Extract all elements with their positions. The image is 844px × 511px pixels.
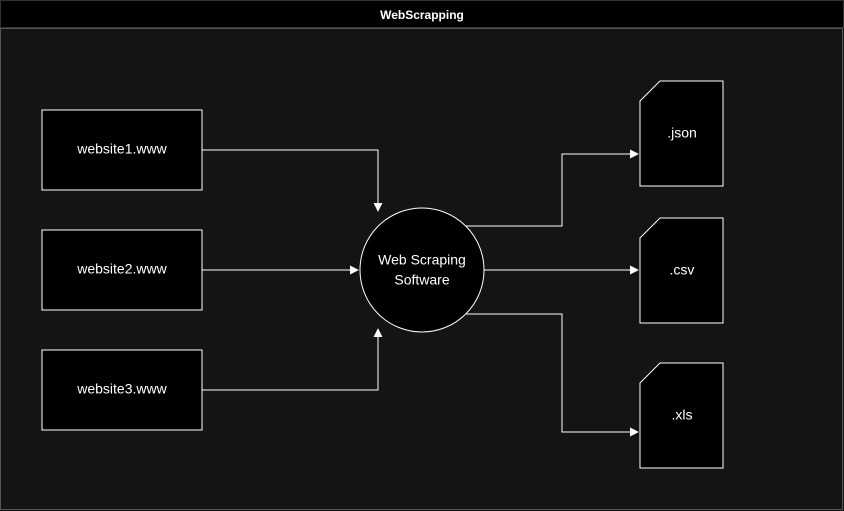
edge-center-to-json [466,154,638,226]
scraper-software: Web Scraping Software [360,208,484,332]
output-xls: .xls [640,363,723,468]
input-website1: website1.www [42,110,202,190]
output-json-label: .json [667,125,697,141]
output-csv-label: .csv [670,262,695,278]
edge-site3-to-center [202,329,378,390]
diagram-canvas: website1.www website2.www website3.www W… [0,28,844,511]
input-website3: website3.www [42,350,202,430]
input-website2-label: website2.www [76,261,167,277]
input-website2: website2.www [42,230,202,310]
output-csv: .csv [640,218,723,323]
input-website1-label: website1.www [76,141,167,157]
diagram-title: WebScrapping [0,0,844,28]
edge-center-to-xls [466,314,638,432]
edge-site1-to-center [202,150,378,211]
scraper-label-line1: Web Scraping [378,252,466,268]
input-website3-label: website3.www [76,381,167,397]
output-json: .json [640,81,723,186]
scraper-label-line2: Software [394,272,449,288]
output-xls-label: .xls [672,407,693,423]
